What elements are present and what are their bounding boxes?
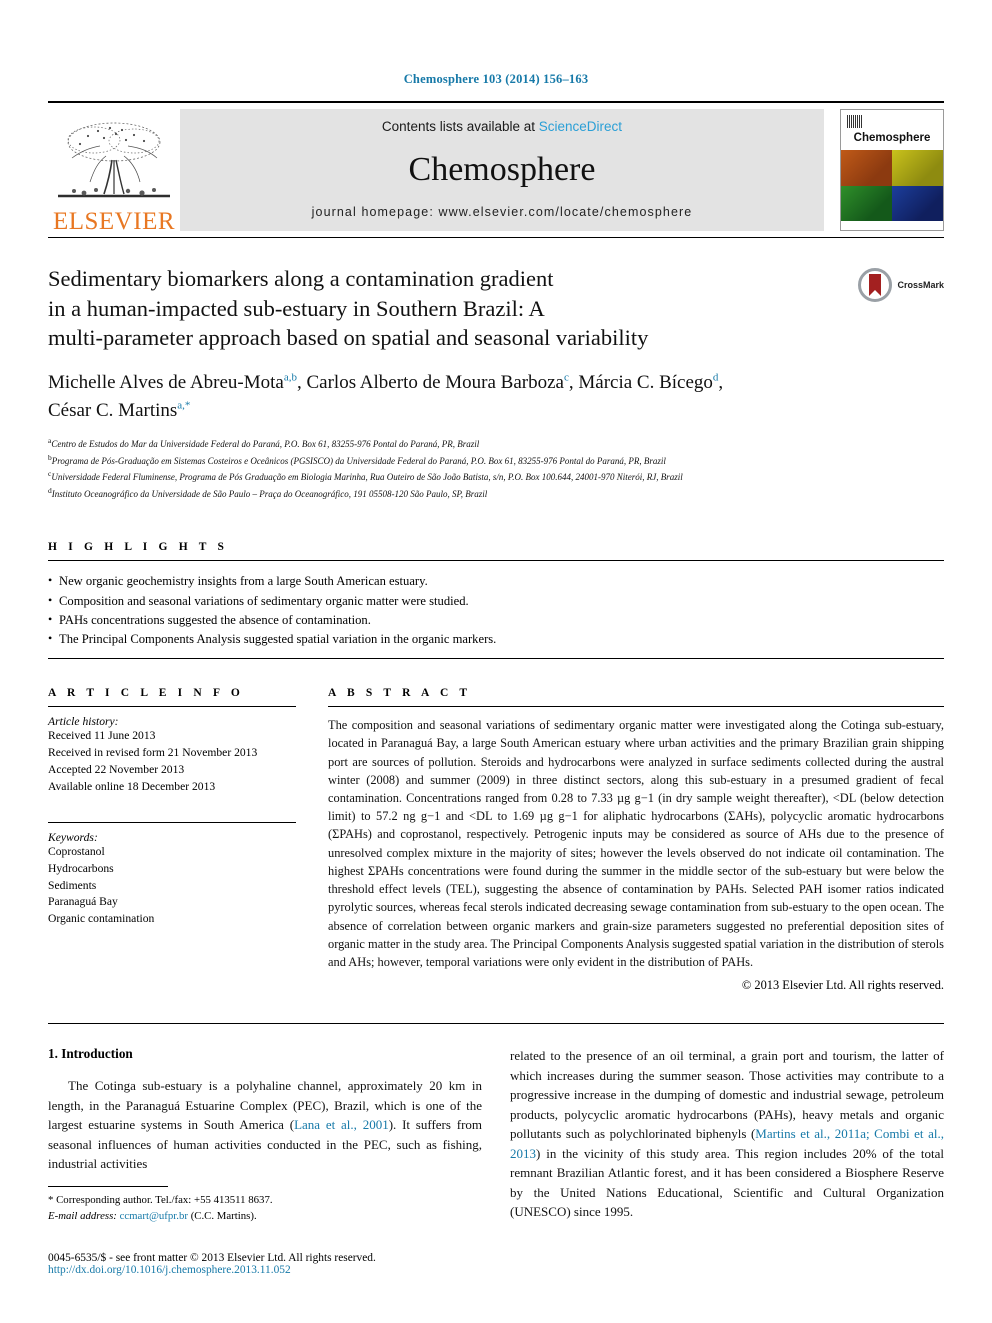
author-comma: , — [718, 372, 724, 394]
affiliation-list: aCentro de Estudos do Mar da Universidad… — [48, 435, 944, 501]
intro-right-text-2: ) in the vicinity of this study area. Th… — [510, 1145, 944, 1220]
citation-lana-2001[interactable]: Lana et al., 2001 — [294, 1117, 389, 1132]
cover-quadrant-blue — [892, 185, 943, 221]
author-martins: César C. Martins — [48, 399, 178, 421]
keyword-item: Hydrocarbons — [48, 861, 114, 875]
affiliation-a: aCentro de Estudos do Mar da Universidad… — [48, 435, 944, 452]
keywords-label: Keywords: — [48, 830, 98, 844]
title-line-2: in a human-impacted sub-estuary in South… — [48, 295, 545, 321]
article-info-heading: A R T I C L E I N F O — [48, 687, 244, 700]
body-top-rule — [48, 1023, 944, 1025]
abstract-copyright: © 2013 Elsevier Ltd. All rights reserved… — [741, 978, 944, 993]
abstract-column: A B S T R A C T The composition and seas… — [328, 687, 944, 993]
article-title: Sedimentary biomarkers along a contamina… — [48, 264, 858, 353]
cover-journal-name: Chemosphere — [853, 132, 931, 144]
masthead-bottom-rule — [48, 237, 944, 238]
highlights-section: H I G H L I G H T S New organic geochemi… — [48, 541, 944, 660]
author-line-1: Michelle Alves de Abreu-Motaa,b, Carlos … — [48, 369, 944, 397]
footnote-corresponding: * Corresponding author. Tel./fax: +55 41… — [48, 1194, 273, 1206]
intro-paragraph-left: The Cotinga sub-estuary is a polyhaline … — [48, 1076, 482, 1174]
author-barboza: , Carlos Alberto de Moura Barboza — [297, 372, 564, 394]
keywords-rule — [48, 821, 296, 823]
elsevier-logo: ELSEVIER — [48, 103, 180, 237]
elsevier-wordmark: ELSEVIER — [52, 208, 176, 235]
highlight-item: PAHs concentrations suggested the absenc… — [48, 610, 944, 630]
abstract-rule — [328, 706, 944, 708]
article-history-label: Article history: — [48, 715, 119, 729]
crossmark-label: CrossMark — [897, 280, 944, 290]
email-owner: (C.C. Martins). — [190, 1210, 257, 1223]
author-sup-1: a,b — [283, 371, 297, 384]
affiliation-d: dInstituto Oceanográfico da Universidade… — [48, 485, 944, 502]
body-column-right: related to the presence of an oil termin… — [510, 1046, 944, 1222]
affiliation-c: cUniversidade Federal Fluminense, Progra… — [48, 468, 944, 485]
highlights-rule — [48, 560, 944, 562]
cover-quadrant-yellow — [892, 150, 943, 186]
crossmark-icon — [858, 268, 893, 302]
affiliation-text-d: Instituto Oceanográfico da Universidade … — [51, 488, 488, 499]
highlight-item: The Principal Components Analysis sugges… — [48, 629, 944, 649]
contents-available-text: Contents lists available at — [381, 119, 536, 134]
title-line-1: Sedimentary biomarkers along a contamina… — [48, 266, 554, 291]
cover-quadrant-orange — [841, 150, 892, 186]
journal-cover-thumbnail: Chemosphere — [840, 109, 944, 231]
affiliation-text-c: Universidade Federal Fluminense, Program… — [51, 472, 683, 483]
email-label: E-mail address: — [48, 1210, 117, 1223]
keywords-block: Keywords: Coprostanol Hydrocarbons Sedim… — [48, 821, 296, 929]
author-line-2: César C. Martinsa,* — [48, 397, 944, 425]
barcode-icon — [847, 115, 862, 128]
footnote-email-line: E-mail address: ccmart@ufpr.br (C.C. Mar… — [48, 1208, 468, 1224]
journal-reference: Chemosphere 103 (2014) 156–163 — [403, 72, 589, 86]
doi-link[interactable]: http://dx.doi.org/10.1016/j.chemosphere.… — [48, 1264, 568, 1276]
footnote-rule — [48, 1186, 168, 1187]
highlight-item: Composition and seasonal variations of s… — [48, 591, 944, 611]
highlight-item: New organic geochemistry insights from a… — [48, 571, 944, 591]
contents-available-line: Contents lists available at ScienceDirec… — [382, 119, 622, 134]
history-online: Available online 18 December 2013 — [48, 779, 216, 793]
sciencedirect-link[interactable]: ScienceDirect — [539, 119, 622, 134]
article-info-column: A R T I C L E I N F O Article history: R… — [48, 687, 296, 993]
abstract-text: The composition and seasonal variations … — [328, 718, 944, 970]
affiliation-text-b: Programa de Pós-Graduação em Sistemas Co… — [51, 455, 666, 466]
info-abstract-row: A R T I C L E I N F O Article history: R… — [48, 687, 944, 993]
highlights-bottom-rule — [48, 658, 944, 660]
highlights-list: New organic geochemistry insights from a… — [48, 571, 944, 649]
affiliation-b: bPrograma de Pós-Graduação em Sistemas C… — [48, 452, 944, 469]
author-sup-4: a,* — [177, 399, 191, 412]
section-heading-introduction: 1. Introduction — [48, 1046, 133, 1062]
journal-homepage[interactable]: journal homepage: www.elsevier.com/locat… — [312, 205, 693, 219]
journal-masthead: ELSEVIER Contents lists available at Sci… — [48, 101, 944, 237]
paper-page: Chemosphere 103 (2014) 156–163 ELSEVIER … — [0, 0, 992, 1323]
journal-title: Chemosphere — [408, 150, 596, 188]
keyword-item: Paranaguá Bay — [48, 895, 118, 909]
email-link[interactable]: ccmart@ufpr.br — [120, 1210, 188, 1222]
crossmark-badge[interactable]: CrossMark — [858, 268, 944, 302]
affiliation-text-a: Centro de Estudos do Mar da Universidade… — [51, 439, 480, 450]
page-footer: 0045-6535/$ - see front matter © 2013 El… — [48, 1252, 568, 1276]
keyword-item: Organic contamination — [48, 912, 155, 926]
cover-photo — [841, 150, 943, 221]
title-line-3: multi-parameter approach based on spatia… — [48, 325, 649, 351]
author-list: Michelle Alves de Abreu-Motaa,b, Carlos … — [48, 369, 944, 424]
issn-copyright-line: 0045-6535/$ - see front matter © 2013 El… — [48, 1252, 376, 1264]
corresponding-author-footnote: * Corresponding author. Tel./fax: +55 41… — [48, 1186, 468, 1224]
article-info-rule — [48, 706, 296, 708]
keyword-item: Coprostanol — [48, 844, 105, 858]
title-block: Sedimentary biomarkers along a contamina… — [48, 264, 944, 353]
cover-footer-strip — [841, 221, 943, 230]
author-abreu-mota: Michelle Alves de Abreu-Mota — [48, 372, 284, 394]
journal-banner: Contents lists available at ScienceDirec… — [180, 109, 824, 231]
keyword-item: Sediments — [48, 878, 97, 892]
intro-paragraph-right: related to the presence of an oil termin… — [510, 1046, 944, 1222]
history-accepted: Accepted 22 November 2013 — [48, 762, 185, 776]
highlights-heading: H I G H L I G H T S — [48, 541, 229, 554]
cover-quadrant-green — [841, 185, 892, 221]
author-bicego: , Márcia C. Bícego — [568, 372, 713, 394]
abstract-heading: A B S T R A C T — [328, 687, 472, 700]
history-received: Received 11 June 2013 — [48, 729, 156, 743]
elsevier-tree-icon — [58, 122, 170, 198]
history-revised: Received in revised form 21 November 201… — [48, 745, 258, 759]
